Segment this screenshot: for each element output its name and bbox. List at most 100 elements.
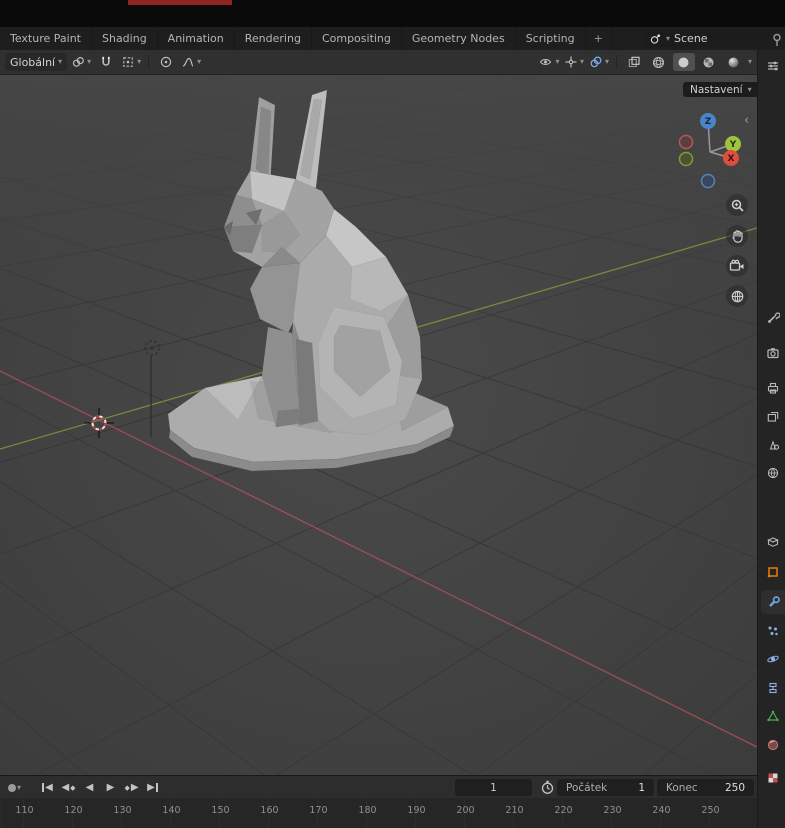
tab-collection-properties[interactable] (761, 530, 785, 554)
chevron-down-icon: ▾ (137, 58, 141, 66)
play-button[interactable]: ▶ (101, 779, 120, 797)
frame-tick: 230 (588, 805, 637, 816)
world-globe-icon (766, 466, 780, 480)
proportional-edit-toggle[interactable] (155, 53, 177, 71)
camera-icon (729, 259, 745, 273)
chevron-down-icon: ▾ (605, 58, 609, 66)
shading-wireframe-button[interactable] (648, 53, 670, 71)
frame-tick: 180 (343, 805, 392, 816)
divider (616, 55, 617, 69)
show-overlays-dropdown[interactable]: ▾ (588, 53, 610, 71)
tab-animation[interactable]: Animation (158, 27, 235, 50)
shading-solid-button[interactable] (673, 53, 695, 71)
tab-output-properties[interactable] (761, 376, 785, 400)
tab-scripting[interactable]: Scripting (516, 27, 586, 50)
gizmo-neg-y-ball[interactable] (680, 153, 693, 166)
frame-tick: 220 (539, 805, 588, 816)
editor-type-button[interactable] (761, 54, 785, 78)
tab-particle-properties[interactable] (761, 619, 785, 643)
tab-material-properties[interactable] (761, 733, 785, 757)
overlays-icon (589, 55, 603, 69)
shading-material-button[interactable] (698, 53, 720, 71)
frame-start-value: 1 (638, 782, 645, 794)
frame-end-field[interactable]: Konec 250 (657, 779, 754, 796)
timeline-ruler[interactable]: 110 120 130 140 150 160 170 180 190 200 … (0, 798, 757, 828)
tab-world-properties[interactable] (761, 461, 785, 485)
gizmo-z-label[interactable]: Z (705, 117, 712, 127)
camera-view-button[interactable] (726, 255, 748, 277)
frame-start-label: Počátek (566, 782, 607, 794)
tab-object-data-properties[interactable] (761, 704, 785, 728)
falloff-dropdown[interactable]: ▾ (180, 53, 202, 71)
tab-tool-properties[interactable] (761, 306, 785, 330)
transform-orientation-dropdown[interactable]: Globální ▾ (5, 53, 67, 71)
rendered-sphere-icon (726, 55, 741, 70)
perspective-toggle-button[interactable] (726, 285, 748, 307)
gizmo-y-label[interactable]: Y (729, 140, 737, 150)
jump-to-end-button[interactable]: ▶ (143, 779, 162, 797)
tab-rendering[interactable]: Rendering (235, 27, 312, 50)
play-reverse-button[interactable]: ◀ (80, 779, 99, 797)
gizmo-neg-z-ball[interactable] (702, 175, 715, 188)
material-sphere-icon (701, 55, 716, 70)
hand-icon (730, 229, 745, 244)
gizmo-neg-x-ball[interactable] (680, 136, 693, 149)
object-visibility-dropdown[interactable]: ▾ (538, 53, 560, 71)
titlebar-remnant (0, 0, 785, 27)
pan-button[interactable] (726, 225, 748, 247)
tab-constraint-properties[interactable] (761, 676, 785, 700)
frame-tick: 110 (0, 805, 49, 816)
tab-modifier-properties[interactable] (761, 590, 785, 614)
prev-keyframe-button[interactable]: ◀ ◆ (59, 779, 78, 797)
next-keyframe-button[interactable]: ◆ ▶ (122, 779, 141, 797)
zoom-button[interactable] (726, 194, 748, 216)
stopwatch-icon[interactable] (540, 780, 555, 795)
tab-object-properties[interactable] (761, 560, 785, 584)
shading-rendered-button[interactable] (723, 53, 745, 71)
tab-geometry-nodes[interactable]: Geometry Nodes (402, 27, 516, 50)
tab-physics-properties[interactable] (761, 647, 785, 671)
show-gizmos-dropdown[interactable]: ▾ (563, 53, 585, 71)
chevron-down-icon: ▾ (87, 58, 91, 66)
frame-tick: 130 (98, 805, 147, 816)
wrench-icon (767, 595, 781, 609)
viewport-header: Globální ▾ ▾ (0, 50, 757, 75)
viewport-canvas[interactable] (0, 75, 757, 775)
add-workspace-button[interactable]: + (586, 27, 612, 50)
tab-texture-paint[interactable]: Texture Paint (0, 27, 92, 50)
current-frame-field[interactable]: 1 (455, 779, 532, 796)
tab-view-layer-properties[interactable] (761, 405, 785, 429)
nav-gizmo[interactable]: Z Y X (668, 105, 758, 195)
magnet-icon (99, 55, 113, 69)
xray-toggle[interactable] (623, 53, 645, 71)
viewport-3d[interactable]: Nastavení ▾ ‹ Z Y X (0, 75, 757, 775)
gizmo-x-label[interactable]: X (728, 154, 735, 164)
bar-icon (156, 783, 158, 792)
shading-dropdown[interactable]: ▾ (748, 58, 752, 66)
auto-keying-button[interactable]: ▾ (5, 779, 24, 797)
snap-toggle[interactable] (95, 53, 117, 71)
chevron-down-icon: ▾ (58, 58, 62, 66)
settings-dropdown[interactable]: Nastavení ▾ (683, 82, 759, 97)
tab-shading[interactable]: Shading (92, 27, 158, 50)
frame-tick: 210 (490, 805, 539, 816)
tab-render-properties[interactable] (761, 341, 785, 365)
jump-to-start-button[interactable]: ◀ (38, 779, 57, 797)
eye-icon (538, 55, 553, 69)
timeline-playbar: ▾ ◀ ◀ ◆ ◀ ▶ ◆ ▶ ▶ (0, 775, 757, 798)
triangle-right-icon: ▶ (147, 782, 155, 793)
proportional-edit-icon (159, 55, 173, 69)
scene-icon (649, 32, 662, 45)
particles-icon (766, 624, 780, 638)
tab-texture-properties[interactable] (761, 766, 785, 790)
snap-target-dropdown[interactable]: ▾ (120, 53, 142, 71)
texture-checker-icon (766, 771, 780, 785)
pivot-point-dropdown[interactable]: ▾ (70, 53, 92, 71)
frame-start-field[interactable]: Počátek 1 (557, 779, 654, 796)
keyframe-icon: ◆ (124, 784, 129, 792)
pin-icon[interactable] (771, 33, 783, 47)
scene-selector[interactable]: ▾ Scene (643, 30, 769, 47)
tab-scene-properties[interactable] (761, 433, 785, 457)
frame-tick: 120 (49, 805, 98, 816)
tab-compositing[interactable]: Compositing (312, 27, 402, 50)
